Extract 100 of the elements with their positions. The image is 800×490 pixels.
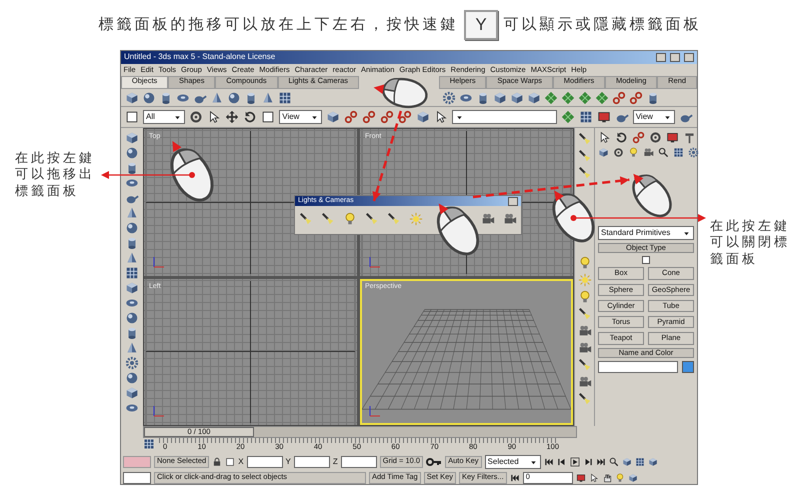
chain-icon[interactable] — [344, 110, 358, 124]
grid-icon[interactable] — [578, 110, 593, 124]
checkbox[interactable] — [642, 256, 650, 264]
close-button[interactable] — [508, 196, 518, 206]
monitor-icon[interactable] — [576, 473, 586, 483]
diamond-icon[interactable] — [544, 90, 558, 104]
arrow-pointer-icon[interactable] — [207, 110, 222, 124]
category-dropdown[interactable]: Standard Primitives — [598, 226, 694, 240]
grid-icon[interactable] — [634, 457, 645, 467]
camera-icon[interactable] — [643, 147, 654, 158]
diamond-icon[interactable] — [594, 90, 609, 104]
camera-icon[interactable] — [578, 324, 592, 338]
spotlight-icon[interactable] — [299, 212, 313, 226]
hand-icon[interactable] — [602, 473, 612, 483]
square-icon[interactable] — [125, 110, 139, 124]
play-icon[interactable] — [570, 457, 580, 467]
ring-icon[interactable] — [613, 147, 624, 158]
square-icon[interactable] — [261, 110, 276, 124]
spotlight-icon[interactable] — [321, 212, 335, 226]
spotlight-icon[interactable] — [578, 132, 592, 146]
cube-icon[interactable] — [416, 110, 430, 124]
diamond-icon[interactable] — [560, 110, 575, 124]
chain-icon[interactable] — [628, 90, 643, 104]
chain-icon[interactable] — [398, 110, 412, 124]
light-bulb-icon[interactable] — [578, 256, 592, 270]
monitor-icon[interactable] — [596, 110, 611, 124]
cube-icon[interactable] — [622, 457, 632, 467]
grid-icon[interactable] — [143, 438, 155, 450]
coordinate-dropdown[interactable]: View — [279, 110, 322, 124]
cone-icon[interactable] — [125, 206, 139, 220]
named-selection-dropdown[interactable] — [452, 110, 557, 124]
minimize-button[interactable] — [656, 53, 666, 62]
coordinate-field[interactable] — [246, 456, 283, 468]
light-bulb-icon[interactable] — [343, 212, 357, 226]
sphere-icon[interactable] — [125, 311, 139, 325]
cone-icon[interactable] — [125, 341, 139, 355]
cube-icon[interactable] — [326, 110, 340, 124]
spotlight-icon[interactable] — [578, 307, 592, 321]
grid-icon[interactable] — [673, 147, 684, 158]
cube-icon[interactable] — [492, 90, 507, 104]
zoom-icon[interactable] — [608, 457, 619, 467]
next-frame-icon[interactable] — [582, 457, 593, 467]
ring-icon[interactable] — [189, 110, 204, 124]
chain-icon[interactable] — [362, 110, 376, 124]
cone-icon[interactable] — [261, 90, 275, 104]
spotlight-icon[interactable] — [578, 166, 592, 180]
cone-icon[interactable] — [210, 90, 224, 104]
sphere-icon[interactable] — [125, 221, 139, 235]
grid-icon[interactable] — [278, 90, 292, 104]
arrow-pointer-icon[interactable] — [588, 473, 599, 483]
lock-icon[interactable] — [212, 457, 222, 467]
sphere-icon[interactable] — [227, 90, 241, 104]
grid-icon[interactable] — [125, 266, 139, 280]
diamond-icon[interactable] — [560, 90, 575, 104]
gear-icon[interactable] — [688, 147, 699, 158]
cube-icon[interactable] — [526, 90, 541, 104]
cube-icon[interactable] — [628, 473, 638, 483]
ring-icon[interactable] — [649, 131, 662, 144]
gear-icon[interactable] — [125, 356, 139, 370]
chain-icon[interactable] — [612, 90, 626, 104]
camera-icon[interactable] — [578, 375, 592, 389]
cone-icon[interactable] — [125, 251, 139, 265]
sphere-icon[interactable] — [125, 371, 139, 385]
square-icon[interactable] — [225, 457, 236, 467]
cube-icon[interactable] — [648, 457, 658, 467]
cube-icon[interactable] — [125, 90, 139, 104]
cube-icon[interactable] — [510, 90, 524, 104]
go-to-end-icon[interactable] — [596, 457, 606, 467]
sphere-icon[interactable] — [142, 90, 156, 104]
cube-icon[interactable] — [125, 386, 139, 400]
previous-frame-icon[interactable] — [556, 457, 567, 467]
zoom-icon[interactable] — [658, 147, 669, 158]
name-field[interactable] — [598, 360, 678, 373]
cube-icon[interactable] — [598, 147, 609, 158]
camera-icon[interactable] — [503, 212, 517, 226]
spotlight-icon[interactable] — [578, 149, 592, 163]
cube-icon[interactable] — [125, 131, 139, 145]
sphere-icon[interactable] — [125, 146, 139, 160]
render-view-dropdown[interactable]: View — [632, 110, 675, 124]
coordinate-field[interactable] — [340, 456, 377, 468]
go-to-start-icon[interactable] — [510, 473, 520, 483]
camera-icon[interactable] — [578, 341, 592, 355]
cube-icon[interactable] — [125, 281, 139, 295]
spotlight-icon[interactable] — [365, 212, 379, 226]
spotlight-icon[interactable] — [578, 392, 592, 406]
rotate-icon[interactable] — [615, 131, 628, 144]
arrow-pointer-icon[interactable] — [598, 131, 611, 144]
move-icon[interactable] — [225, 110, 240, 124]
close-button[interactable] — [684, 53, 694, 62]
selection-filter-dropdown[interactable]: All — [143, 110, 186, 124]
script-field[interactable] — [123, 472, 151, 484]
gear-icon[interactable] — [442, 90, 456, 104]
diamond-icon[interactable] — [578, 90, 592, 104]
color-swatch[interactable] — [682, 360, 694, 373]
rotate-icon[interactable] — [243, 110, 258, 124]
camera-icon[interactable] — [481, 212, 495, 226]
chain-icon[interactable] — [380, 110, 394, 124]
chain-icon[interactable] — [632, 131, 645, 144]
spotlight-icon[interactable] — [387, 212, 401, 226]
spotlight-icon[interactable] — [578, 358, 592, 372]
